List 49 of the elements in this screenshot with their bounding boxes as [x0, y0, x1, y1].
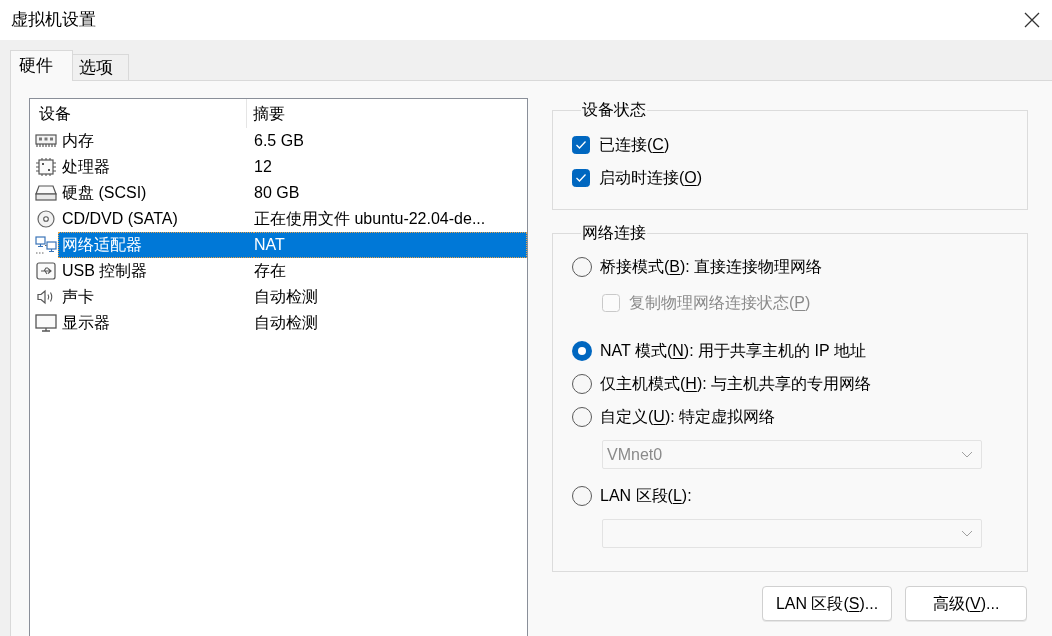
device-summary: 6.5 GB [254, 131, 305, 151]
device-summary: 80 GB [254, 183, 301, 203]
device-name[interactable]: 硬盘 (SCSI) [58, 180, 254, 206]
checkbox[interactable] [572, 135, 590, 154]
tab[interactable]: 选项 [73, 54, 129, 81]
window-title: 虚拟机设置 [11, 10, 96, 30]
column-header[interactable]: 摘要 [247, 99, 527, 128]
radio-button[interactable] [572, 340, 592, 361]
checkbox-label[interactable]: 启动时连接(O) [599, 165, 703, 190]
group-title: 网络连接 [581, 224, 647, 242]
usb-icon [35, 262, 57, 280]
radio-label[interactable]: 仅主机模式(H): 与主机共享的专用网络 [600, 371, 872, 396]
device-name[interactable]: USB 控制器 [58, 258, 254, 284]
checkbox-label[interactable]: 已连接(C) [599, 132, 670, 157]
radio-button[interactable] [572, 406, 592, 427]
device-name[interactable]: 处理器 [58, 154, 254, 180]
device-name[interactable]: 声卡 [58, 284, 254, 310]
radio-button[interactable] [572, 373, 592, 394]
radio-label[interactable]: NAT 模式(N): 用于共享主机的 IP 地址 [600, 338, 866, 363]
radio-label[interactable]: LAN 区段(L): [600, 483, 692, 508]
network-icon [35, 236, 57, 254]
radio-label[interactable]: 桥接模式(B): 直接连接物理网络 [600, 254, 823, 279]
radio-button[interactable] [572, 485, 592, 506]
checkbox[interactable] [572, 168, 590, 187]
device-name[interactable]: 显示器 [58, 310, 254, 336]
hard-disk-icon [35, 184, 57, 202]
device-name[interactable]: 网络适配器 [58, 232, 254, 258]
tab[interactable]: 硬件 [10, 50, 73, 81]
column-header[interactable]: 设备 [30, 99, 247, 128]
device-summary: 12 [254, 157, 273, 177]
radio-button[interactable] [572, 256, 592, 277]
button[interactable]: LAN 区段(S)... [762, 586, 892, 621]
device-name[interactable]: CD/DVD (SATA) [58, 206, 254, 232]
button[interactable]: 高级(V)... [905, 586, 1027, 621]
device-name[interactable]: 内存 [58, 128, 254, 154]
device-summary: 自动检测 [254, 313, 319, 333]
chevron-down-icon [961, 451, 973, 458]
monitor-icon [35, 314, 57, 332]
chip-icon [35, 158, 57, 176]
chevron-down-icon [961, 530, 973, 537]
memory-icon [35, 132, 57, 150]
device-summary: 存在 [254, 261, 287, 281]
group-title: 设备状态 [581, 101, 647, 119]
device-summary: 正在使用文件 ubuntu-22.04-de... [254, 209, 487, 229]
disc-icon [35, 210, 57, 228]
device-summary: 自动检测 [254, 287, 319, 307]
radio-label[interactable]: 自定义(U): 特定虚拟网络 [600, 404, 776, 429]
device-summary: NAT [254, 232, 527, 258]
close-icon[interactable] [1024, 12, 1040, 28]
